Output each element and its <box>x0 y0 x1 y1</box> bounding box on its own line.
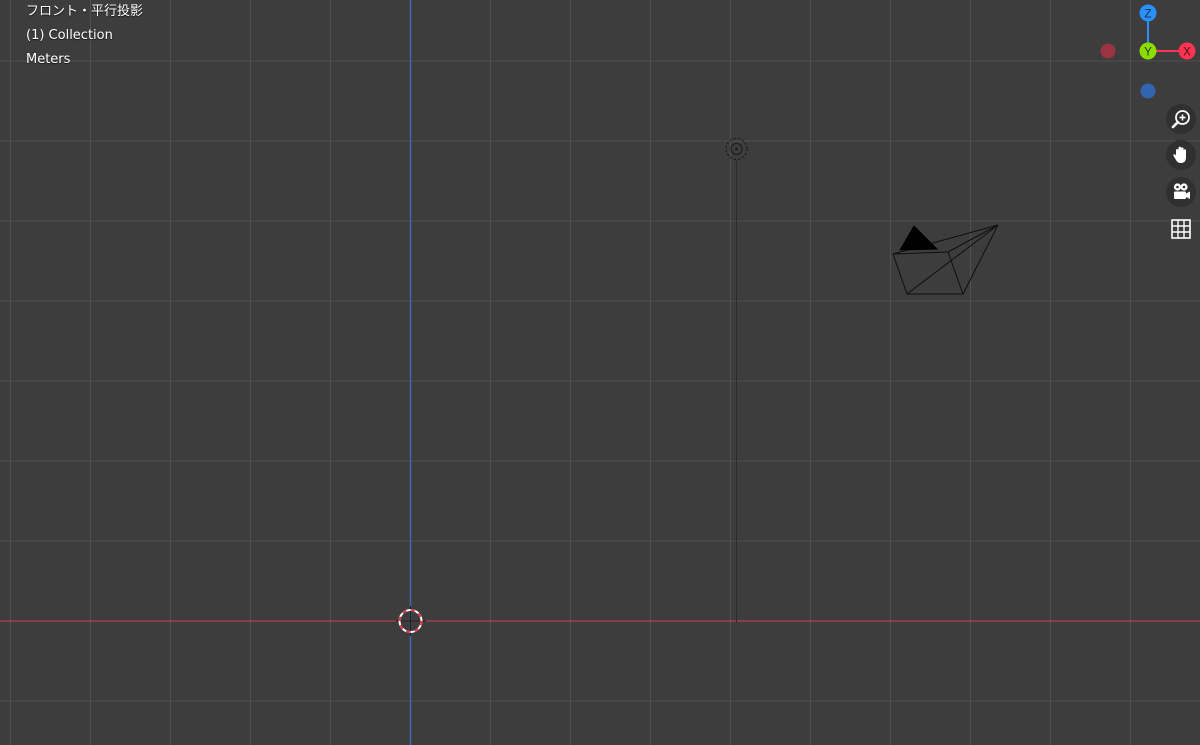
view-name-label: フロント・平行投影 <box>26 4 144 19</box>
units-label: Meters <box>26 52 71 67</box>
zoom-button[interactable] <box>1166 104 1196 134</box>
3d-cursor[interactable] <box>396 606 426 636</box>
gizmo-neg-z-handle[interactable] <box>1140 83 1156 99</box>
collection-name-label: (1) Collection <box>26 28 113 43</box>
camera-object[interactable] <box>892 224 999 295</box>
gizmo-y-handle[interactable]: Y <box>1139 42 1157 60</box>
zoom-in-icon <box>1170 108 1192 130</box>
navigation-gizmo[interactable]: Z Y X <box>1100 4 1196 99</box>
camera-view-button[interactable] <box>1166 177 1196 207</box>
camera-icon <box>1170 181 1192 203</box>
gizmo-x-handle[interactable]: X <box>1178 42 1196 60</box>
gizmo-x-label: X <box>1183 47 1191 59</box>
gizmo-z-label: Z <box>1144 9 1151 21</box>
perspective-toggle-button[interactable] <box>1166 214 1196 244</box>
hand-icon <box>1170 144 1192 166</box>
light-object[interactable] <box>725 137 748 161</box>
pan-button[interactable] <box>1166 140 1196 170</box>
grid-icon <box>1170 218 1192 240</box>
gizmo-y-label: Y <box>1144 47 1152 59</box>
3d-viewport[interactable]: Z Y X フロント・平行投影 (1) Collection Meters <box>0 0 1200 745</box>
gizmo-z-handle[interactable]: Z <box>1139 4 1157 22</box>
viewport-scene: Z Y X <box>0 0 1200 745</box>
gizmo-neg-x-handle[interactable] <box>1100 43 1116 59</box>
viewport-grid <box>0 0 1200 745</box>
